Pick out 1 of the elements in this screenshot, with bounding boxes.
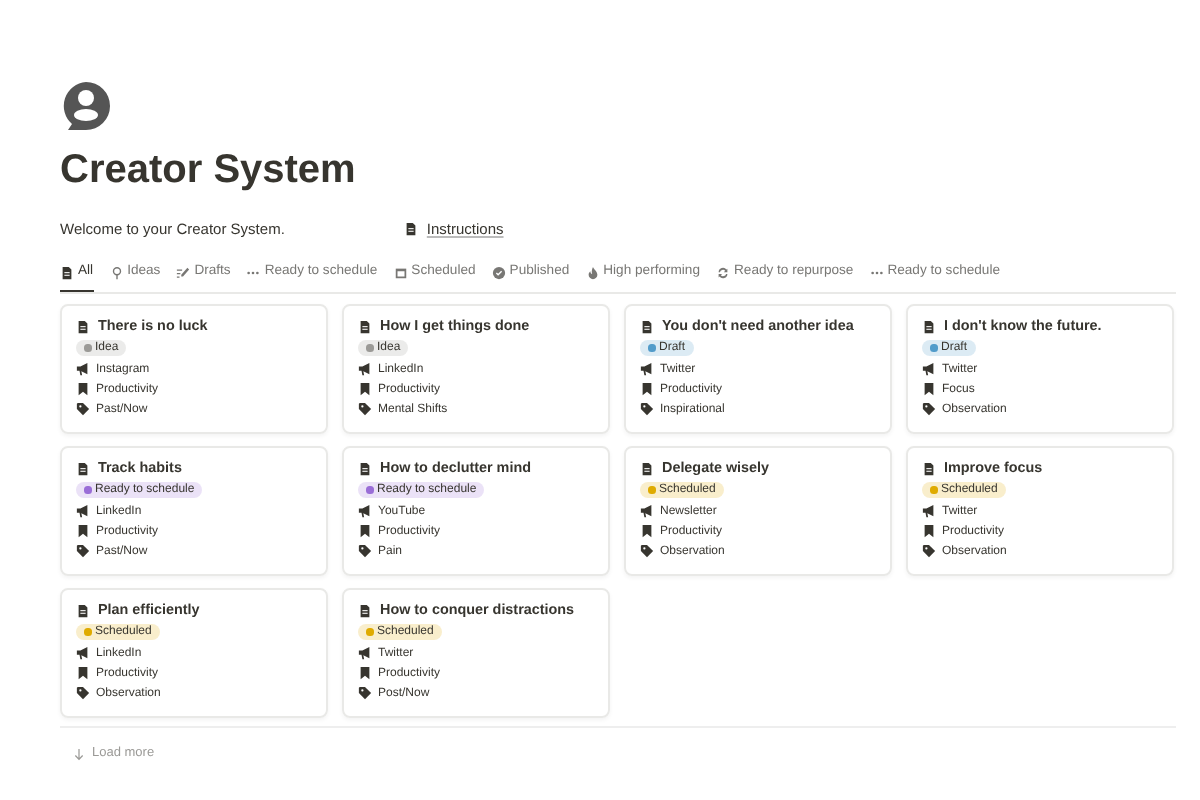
page-title: Creator System bbox=[60, 146, 358, 194]
